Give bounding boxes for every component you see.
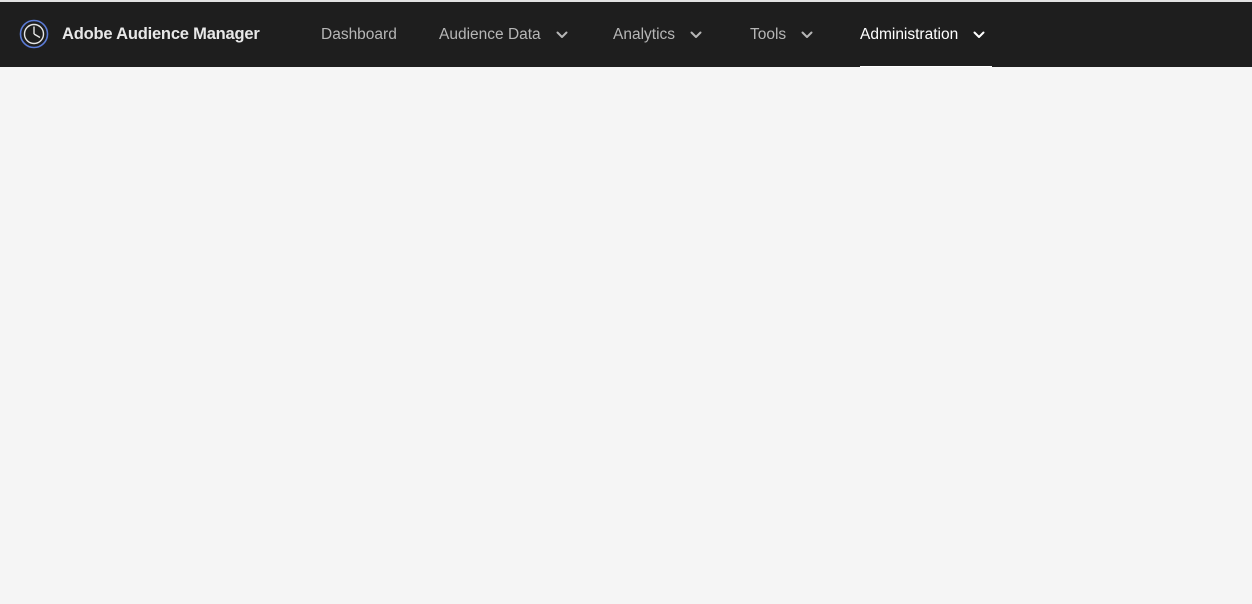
app-title: Adobe Audience Manager bbox=[62, 24, 260, 43]
main-content-area bbox=[0, 67, 1252, 604]
nav-item-dashboard[interactable]: Dashboard bbox=[321, 2, 397, 67]
nav-item-audience-data[interactable]: Audience Data bbox=[439, 2, 568, 67]
nav-item-label: Tools bbox=[750, 25, 787, 43]
top-navigation-bar: Adobe Audience Manager Dashboard Audienc… bbox=[0, 0, 1252, 69]
audience-manager-logo-icon bbox=[19, 19, 49, 49]
nav-item-analytics[interactable]: Analytics bbox=[613, 2, 702, 67]
brand-home-link[interactable]: Adobe Audience Manager bbox=[19, 18, 260, 50]
chevron-down-icon bbox=[556, 31, 568, 38]
nav-item-tools[interactable]: Tools bbox=[750, 2, 813, 67]
nav-item-label: Dashboard bbox=[321, 25, 397, 43]
nav-item-administration[interactable]: Administration bbox=[860, 2, 992, 69]
chevron-down-icon bbox=[973, 31, 985, 38]
nav-item-label: Administration bbox=[860, 25, 959, 43]
nav-item-label: Audience Data bbox=[439, 25, 541, 43]
nav-item-label: Analytics bbox=[613, 25, 676, 43]
chevron-down-icon bbox=[690, 31, 702, 38]
chevron-down-icon bbox=[801, 31, 813, 38]
